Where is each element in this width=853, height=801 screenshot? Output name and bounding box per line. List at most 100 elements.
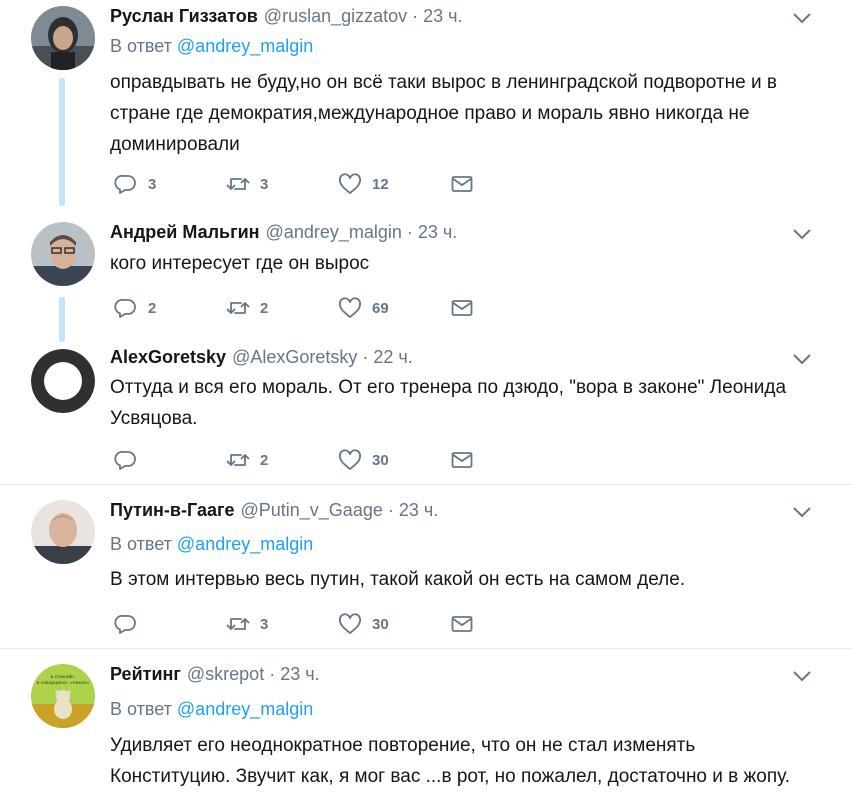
user-photo-avatar-icon bbox=[31, 6, 95, 70]
reply-button[interactable] bbox=[114, 612, 148, 636]
retweet-button[interactable]: 2 bbox=[226, 448, 268, 472]
tweet-header: Путин-в-Гааге @Putin_v_Gaage · 23 ч. bbox=[110, 500, 438, 524]
reply-count: 3 bbox=[148, 175, 157, 193]
tweet-text: кого интересует где он вырос bbox=[110, 253, 370, 274]
retweet-icon bbox=[226, 302, 250, 314]
thread-line bbox=[59, 297, 65, 342]
reply-button[interactable]: 3 bbox=[114, 172, 156, 196]
dm-button[interactable] bbox=[450, 296, 474, 320]
tweet-header: Рейтинг @skrepot · 23 ч. bbox=[110, 664, 320, 688]
mention-link[interactable]: @andrey_malgin bbox=[177, 699, 313, 719]
user-photo-avatar-icon bbox=[31, 222, 95, 286]
chevron-down-icon[interactable] bbox=[791, 226, 813, 242]
tweet-header: Андрей Мальгин @andrey_malgin · 23 ч. bbox=[110, 222, 457, 246]
display-name[interactable]: Руслан Гиззатов bbox=[110, 6, 258, 27]
display-name[interactable]: Андрей Мальгин bbox=[110, 222, 260, 243]
dm-button[interactable] bbox=[450, 612, 474, 636]
username[interactable]: @ruslan_gizzatov bbox=[264, 6, 407, 27]
display-name[interactable]: Путин-в-Гааге bbox=[110, 500, 234, 521]
chevron-down-icon[interactable] bbox=[791, 10, 813, 26]
dm-button[interactable] bbox=[450, 448, 474, 472]
retweet-icon bbox=[226, 454, 250, 466]
reply-count: 2 bbox=[148, 299, 157, 317]
reply-icon bbox=[114, 450, 136, 470]
dot-separator: · bbox=[269, 664, 276, 684]
reply-to-prefix: В ответ bbox=[110, 36, 172, 56]
timestamp[interactable]: 23 ч. bbox=[399, 500, 438, 521]
avatar[interactable] bbox=[31, 6, 95, 70]
tweet-separator bbox=[0, 648, 853, 649]
envelope-icon bbox=[451, 176, 473, 192]
avatar[interactable] bbox=[31, 222, 95, 286]
tweet-text: Удивляет его неоднократное повторение, ч… bbox=[110, 735, 790, 787]
reply-button[interactable]: 2 bbox=[114, 296, 156, 320]
display-name[interactable]: AlexGoretsky bbox=[110, 347, 226, 368]
like-count: 12 bbox=[372, 175, 389, 193]
retweet-count: 3 bbox=[260, 615, 269, 633]
chevron-down-icon[interactable] bbox=[791, 504, 813, 520]
retweet-icon bbox=[226, 178, 250, 190]
tweet-separator bbox=[0, 484, 853, 485]
mention-link[interactable]: @andrey_malgin bbox=[177, 534, 313, 554]
reply-to: В ответ @andrey_malgin bbox=[110, 36, 313, 57]
reply-icon bbox=[114, 614, 136, 634]
timestamp[interactable]: 23 ч. bbox=[423, 6, 462, 27]
username[interactable]: @AlexGoretsky bbox=[232, 347, 357, 368]
like-button[interactable]: 30 bbox=[338, 448, 389, 472]
retweet-button[interactable]: 3 bbox=[226, 172, 268, 196]
envelope-icon bbox=[451, 616, 473, 632]
heart-icon bbox=[339, 613, 361, 634]
avatar[interactable] bbox=[31, 500, 95, 564]
tweet-text: В этом интервью весь путин, такой какой … bbox=[110, 569, 686, 590]
timestamp[interactable]: 23 ч. bbox=[280, 664, 319, 685]
tweet-actions: 3 30 bbox=[110, 612, 510, 636]
cartoon-cat-avatar-icon: в спокойн. в совершенн. «покое» bbox=[31, 664, 95, 728]
chevron-down-icon[interactable] bbox=[791, 351, 813, 367]
tweet-actions: 2 30 bbox=[110, 448, 510, 472]
username[interactable]: @Putin_v_Gaage bbox=[240, 500, 382, 521]
user-photo-avatar-icon bbox=[31, 500, 95, 564]
tweet-text: оправдывать не буду,но он всё таки вырос… bbox=[110, 72, 777, 155]
username[interactable]: @andrey_malgin bbox=[266, 222, 402, 243]
dm-button[interactable] bbox=[450, 172, 474, 196]
timestamp[interactable]: 22 ч. bbox=[373, 347, 412, 368]
reply-to-prefix: В ответ bbox=[110, 699, 172, 719]
envelope-icon bbox=[451, 452, 473, 468]
reply-icon bbox=[114, 174, 136, 194]
reply-button[interactable] bbox=[114, 448, 148, 472]
like-button[interactable]: 12 bbox=[338, 172, 389, 196]
avatar-caption: в совершенн. «покое» bbox=[37, 681, 90, 686]
retweet-button[interactable]: 3 bbox=[226, 612, 268, 636]
like-button[interactable]: 30 bbox=[338, 612, 389, 636]
mention-link[interactable]: @andrey_malgin bbox=[177, 36, 313, 56]
display-name[interactable]: Рейтинг bbox=[110, 664, 181, 685]
heart-icon bbox=[339, 173, 361, 194]
like-button[interactable]: 69 bbox=[338, 296, 389, 320]
ring-avatar-icon bbox=[31, 349, 95, 413]
dot-separator: · bbox=[406, 222, 413, 242]
retweet-icon bbox=[226, 618, 250, 630]
reply-to: В ответ @andrey_malgin bbox=[110, 699, 313, 720]
tweet-header: Руслан Гиззатов @ruslan_gizzatov · 23 ч. bbox=[110, 6, 463, 30]
timestamp[interactable]: 23 ч. bbox=[418, 222, 457, 243]
reply-icon bbox=[114, 298, 136, 318]
dot-separator: · bbox=[362, 347, 369, 367]
thread-line bbox=[59, 78, 65, 206]
tweet-actions: 2 2 69 bbox=[110, 296, 510, 320]
envelope-icon bbox=[451, 300, 473, 316]
avatar-caption: в спокойн. bbox=[50, 673, 75, 680]
like-count: 30 bbox=[372, 615, 389, 633]
reply-to-prefix: В ответ bbox=[110, 534, 172, 554]
heart-icon bbox=[339, 449, 361, 470]
avatar[interactable] bbox=[31, 349, 95, 413]
tweet-header: AlexGoretsky @AlexGoretsky · 22 ч. bbox=[110, 347, 413, 371]
tweet-feed: Руслан Гиззатов @ruslan_gizzatov · 23 ч.… bbox=[0, 0, 853, 801]
retweet-button[interactable]: 2 bbox=[226, 296, 268, 320]
retweet-count: 2 bbox=[260, 299, 269, 317]
avatar[interactable]: в спокойн. в совершенн. «покое» bbox=[31, 664, 95, 728]
tweet-text: Оттуда и вся его мораль. От его тренера … bbox=[110, 377, 787, 429]
chevron-down-icon[interactable] bbox=[791, 668, 813, 684]
dot-separator: · bbox=[412, 6, 419, 26]
retweet-count: 3 bbox=[260, 175, 269, 193]
username[interactable]: @skrepot bbox=[187, 664, 264, 685]
